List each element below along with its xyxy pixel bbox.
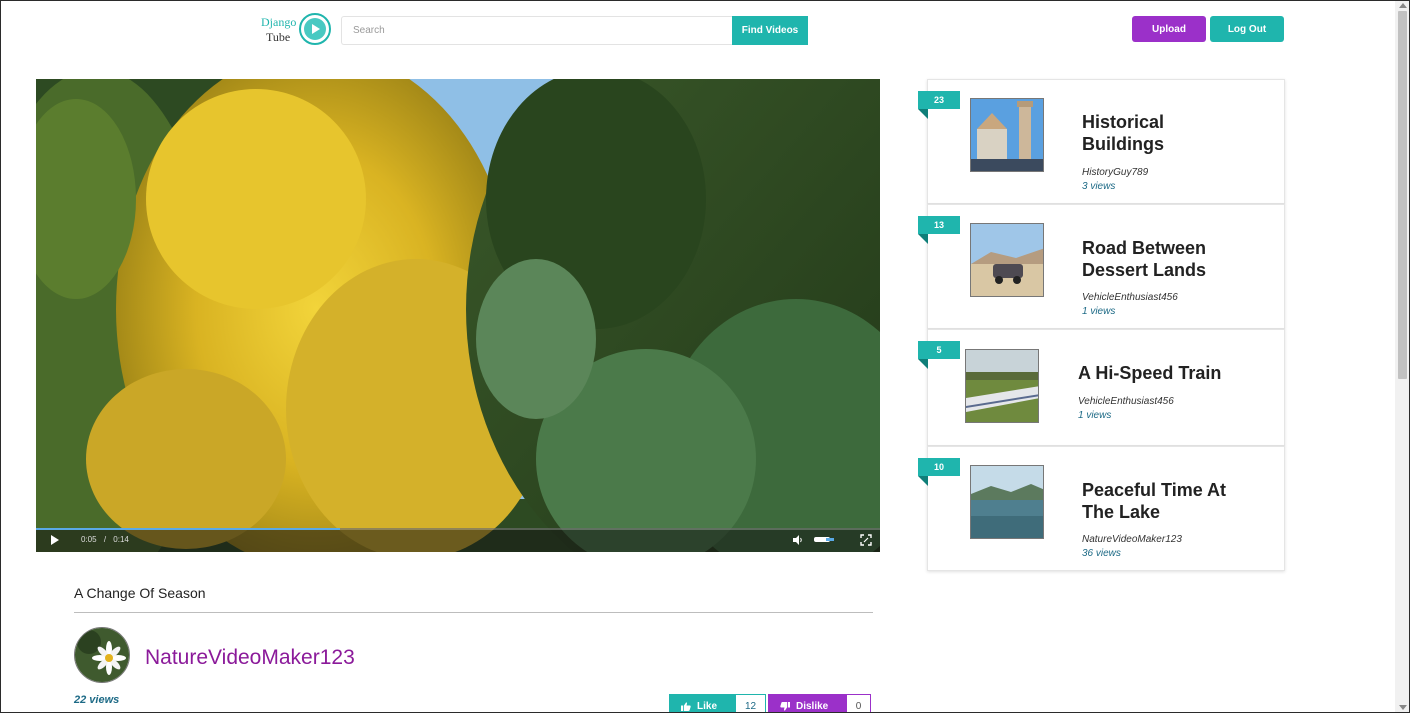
dislike-button[interactable]: Dislike (768, 694, 846, 712)
video-thumbnail[interactable] (970, 98, 1044, 172)
channel-avatar[interactable] (74, 627, 130, 683)
video-views: 3 views (1082, 181, 1116, 192)
video-frame (36, 79, 880, 552)
video-length-badge: 23 (918, 91, 960, 109)
channel-name-link[interactable]: NatureVideoMaker123 (145, 646, 355, 670)
video-title-link[interactable]: Peaceful Time At The Lake (1082, 479, 1242, 523)
video-length-badge: 5 (918, 341, 960, 359)
scrollbar-thumb[interactable] (1398, 11, 1407, 379)
video-title-link[interactable]: Road Between Dessert Lands (1082, 237, 1242, 281)
video-author: VehicleEnthusiast456 (1078, 396, 1174, 407)
play-icon[interactable] (51, 535, 59, 545)
video-title-link[interactable]: Historical Buildings (1082, 111, 1242, 155)
list-item[interactable]: 10 Peaceful Time At The Lake NatureVideo… (918, 446, 1285, 571)
video-length-badge: 10 (918, 458, 960, 476)
upload-button[interactable]: Upload (1132, 16, 1206, 42)
video-player[interactable]: 0:05 / 0:14 (36, 79, 880, 552)
video-views: 1 views (1082, 306, 1116, 317)
find-videos-button[interactable]: Find Videos (732, 16, 808, 45)
player-controls: 0:05 / 0:14 (36, 528, 880, 552)
logo-text-line2: Tube (266, 30, 291, 44)
video-thumbnail[interactable] (970, 223, 1044, 297)
thumbs-up-icon (681, 701, 691, 711)
video-author: NatureVideoMaker123 (1082, 534, 1182, 545)
progress-bar[interactable] (36, 528, 880, 530)
fullscreen-icon[interactable] (860, 534, 872, 546)
thumbs-down-icon (780, 701, 790, 711)
like-count: 12 (735, 694, 766, 712)
video-author: HistoryGuy789 (1082, 167, 1149, 178)
site-logo[interactable]: Django Tube (259, 13, 333, 49)
logout-button[interactable]: Log Out (1210, 16, 1284, 42)
scroll-down-arrow-icon[interactable] (1399, 705, 1407, 710)
divider (74, 612, 873, 613)
search-input[interactable] (341, 16, 732, 45)
video-views: 1 views (1078, 410, 1112, 421)
dislike-count: 0 (846, 694, 871, 712)
browser-viewport: Django Tube Find Videos Upload Log Out (0, 0, 1410, 713)
video-title: A Change Of Season (74, 585, 206, 601)
video-views: 36 views (1082, 548, 1121, 559)
video-views: 22 views (74, 694, 120, 706)
daisy-avatar-image (75, 628, 129, 682)
video-title-link[interactable]: A Hi-Speed Train (1078, 362, 1278, 384)
volume-icon[interactable] (793, 535, 803, 545)
time-readout: 0:05 / 0:14 (81, 535, 129, 544)
like-button[interactable]: Like (669, 694, 735, 712)
video-author: VehicleEnthusiast456 (1082, 292, 1178, 303)
play-logo-icon (299, 13, 331, 45)
list-item[interactable]: 23 Historical Buildings HistoryGuy789 3 … (918, 79, 1285, 204)
current-time: 0:05 (81, 535, 97, 544)
logo-text-line1: Django (261, 15, 297, 29)
list-item[interactable]: 13 Road Between Dessert Lands VehicleEnt… (918, 204, 1285, 329)
duration: 0:14 (113, 535, 129, 544)
video-length-badge: 13 (918, 216, 960, 234)
list-item[interactable]: 5 A Hi-Speed Train VehicleEnthusiast456 … (918, 329, 1285, 446)
scroll-up-arrow-icon[interactable] (1399, 3, 1407, 8)
video-thumbnail[interactable] (970, 465, 1044, 539)
video-thumbnail[interactable] (965, 349, 1039, 423)
